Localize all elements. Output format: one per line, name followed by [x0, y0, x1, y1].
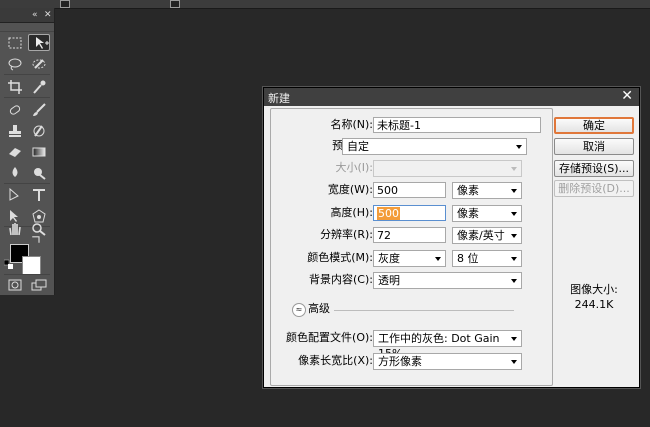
resolution-label: 分辨率(R): [320, 228, 373, 241]
height-unit-select[interactable]: 像素 [452, 205, 522, 222]
image-size-value: 244.1K [574, 298, 614, 311]
gradient-icon[interactable] [28, 143, 50, 161]
options-bar [0, 0, 650, 9]
default-colors-icon[interactable] [4, 259, 14, 270]
close-icon[interactable]: ✕ [621, 88, 633, 104]
eraser-icon[interactable] [4, 143, 26, 161]
history-brush-icon[interactable] [28, 122, 50, 140]
chevron-down-icon [511, 257, 517, 261]
chevron-down-icon [511, 189, 517, 193]
background-contents-value: 透明 [378, 274, 400, 287]
marquee-icon[interactable] [4, 34, 26, 52]
crop-icon[interactable] [4, 78, 26, 96]
expand-advanced-icon[interactable]: ≈ [292, 303, 306, 317]
tools-panel-header: « ✕ [0, 8, 54, 23]
chevron-down-icon [511, 234, 517, 238]
divider [4, 74, 50, 75]
height-field[interactable]: 500 [373, 205, 446, 221]
save-preset-button[interactable]: 存储预设(S)... [554, 160, 634, 177]
divider [334, 310, 514, 311]
height-label: 高度(H): [330, 206, 373, 219]
width-unit-value: 像素 [457, 184, 479, 197]
height-unit-value: 像素 [457, 207, 479, 220]
width-unit-select[interactable]: 像素 [452, 182, 522, 199]
color-mode-select[interactable]: 灰度 [373, 250, 446, 267]
chevron-down-icon [435, 257, 441, 261]
resolution-field[interactable]: 72 [373, 227, 446, 243]
swap-colors-icon[interactable] [30, 234, 42, 244]
chevron-down-icon [511, 279, 517, 283]
name-field[interactable]: 未标题-1 [373, 117, 541, 133]
chevron-down-icon [511, 212, 517, 216]
name-label: 名称(N): [330, 118, 373, 131]
pixel-aspect-value: 方形像素 [378, 355, 422, 368]
preset-select[interactable]: 自定 [342, 138, 527, 155]
close-icon[interactable]: ✕ [44, 8, 52, 22]
cancel-button[interactable]: 取消 [554, 138, 634, 155]
background-contents-label: 背景内容(C): [309, 273, 373, 286]
type-icon[interactable] [28, 186, 50, 204]
width-label: 宽度(W): [327, 183, 373, 196]
color-mode-label: 颜色模式(M): [307, 251, 373, 264]
background-color-swatch[interactable] [22, 256, 41, 275]
quick-mask-icon[interactable] [4, 276, 26, 294]
move-icon[interactable] [28, 34, 50, 51]
color-profile-label: 颜色配置文件(O): [286, 331, 373, 344]
chevron-down-icon [511, 360, 517, 364]
clone-stamp-icon[interactable] [4, 122, 26, 140]
blur-icon[interactable] [4, 164, 26, 182]
ok-button[interactable]: 确定 [554, 117, 634, 134]
divider [4, 274, 50, 275]
pen-icon[interactable] [4, 186, 26, 204]
size-select [373, 160, 522, 177]
bit-depth-value: 8 位 [457, 252, 479, 265]
advanced-label[interactable]: 高级 [308, 300, 330, 318]
chevron-down-icon [511, 167, 517, 171]
background-contents-select[interactable]: 透明 [373, 272, 522, 289]
bit-depth-select[interactable]: 8 位 [452, 250, 522, 267]
quick-select-icon[interactable] [28, 55, 50, 73]
divider [4, 97, 50, 98]
dodge-icon[interactable] [28, 164, 50, 182]
brush-icon[interactable] [28, 101, 50, 119]
option-checkbox[interactable] [170, 0, 180, 8]
tools-panel: « ✕ [0, 8, 55, 295]
hand-icon[interactable] [4, 220, 26, 238]
color-mode-value: 灰度 [378, 252, 400, 265]
chevron-down-icon [516, 145, 522, 149]
divider [4, 183, 50, 184]
delete-preset-button: 删除预设(D)... [554, 180, 634, 197]
eyedropper-icon[interactable] [28, 78, 50, 96]
dialog-title: 新建 [268, 92, 290, 105]
panel-grip[interactable] [0, 23, 54, 32]
size-label: 大小(I): [335, 161, 373, 174]
collapse-icon[interactable]: « [32, 8, 38, 22]
resolution-unit-value: 像素/英寸 [457, 229, 505, 242]
height-value: 500 [377, 207, 400, 220]
screen-mode-icon[interactable] [28, 276, 50, 294]
pixel-aspect-label: 像素长宽比(X): [298, 354, 373, 367]
color-profile-select[interactable]: 工作中的灰色: Dot Gain 15% [373, 330, 522, 360]
healing-brush-icon[interactable] [4, 101, 26, 119]
new-document-dialog: 新建 ✕ 名称(N): 未标题-1 预设(P): 自定 大小(I): 宽度(W)… [263, 87, 640, 388]
width-field[interactable]: 500 [373, 182, 446, 198]
pixel-aspect-select[interactable]: 方形像素 [373, 353, 522, 370]
preset-value: 自定 [347, 140, 369, 153]
option-checkbox[interactable] [60, 0, 70, 8]
resolution-unit-select[interactable]: 像素/英寸 [452, 227, 522, 244]
chevron-down-icon [511, 337, 517, 341]
lasso-icon[interactable] [4, 55, 26, 73]
image-size-label: 图像大小: [570, 283, 618, 296]
dialog-titlebar[interactable]: 新建 ✕ [264, 88, 639, 106]
